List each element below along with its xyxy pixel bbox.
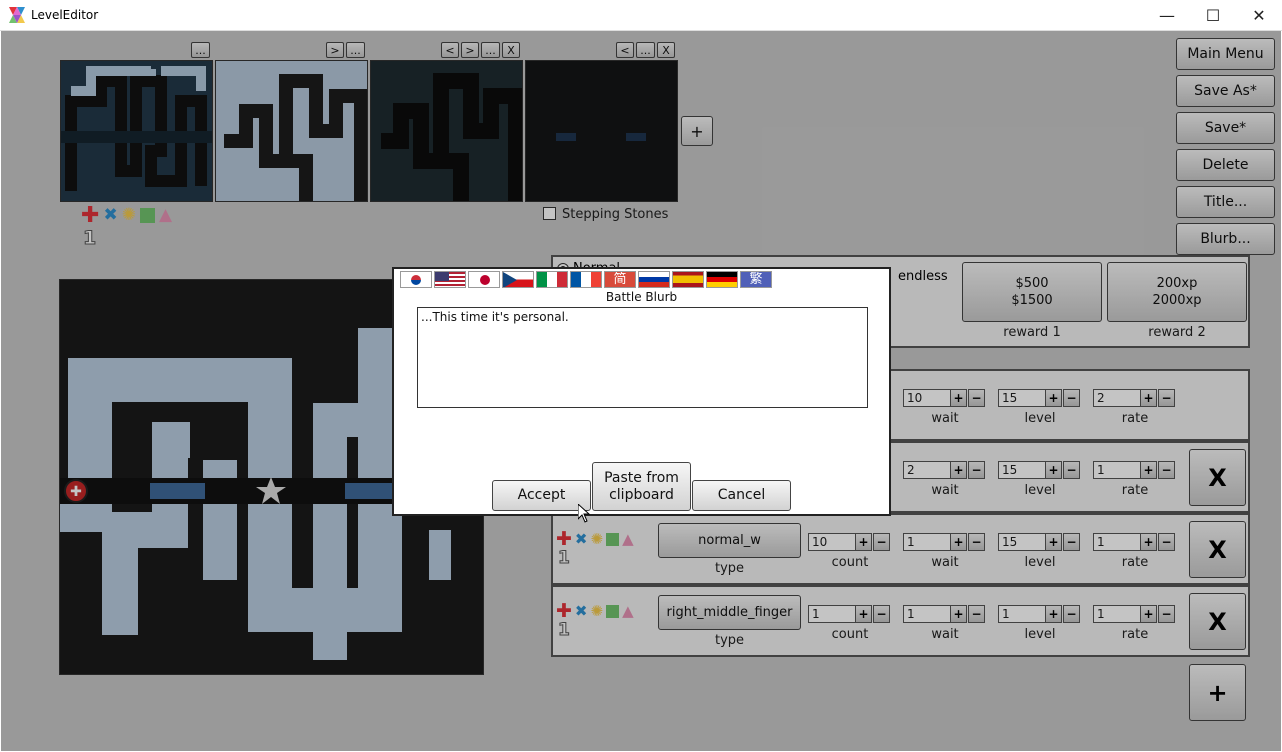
korean-flag-icon[interactable] (400, 271, 432, 288)
accept-button[interactable]: Accept (492, 480, 591, 511)
maximize-button[interactable]: ☐ (1190, 0, 1236, 31)
editor-client-area: ... > ... < > ... X < ... X + ✚ ✖ ✺ ▲ 1 … (1, 31, 1281, 751)
germany-flag-icon[interactable] (706, 271, 738, 288)
app-logo-icon (9, 7, 25, 23)
us-flag-icon[interactable] (434, 271, 466, 288)
battle-blurb-dialog: 简 繁 Battle Blurb ...This time it's perso… (392, 267, 891, 516)
mouse-cursor-icon (578, 504, 590, 523)
traditional-chinese-icon[interactable]: 繁 (740, 271, 772, 288)
russia-flag-icon[interactable] (638, 271, 670, 288)
paste-from-clipboard-button[interactable]: Paste from clipboard (592, 462, 691, 511)
spain-flag-icon[interactable] (672, 271, 704, 288)
close-button[interactable]: ✕ (1236, 0, 1282, 31)
simplified-chinese-icon[interactable]: 简 (604, 271, 636, 288)
italy-flag-icon[interactable] (536, 271, 568, 288)
blurb-textarea[interactable]: ...This time it's personal. (417, 307, 868, 408)
window-title: LevelEditor (31, 8, 99, 22)
title-bar: LevelEditor — ☐ ✕ (0, 0, 1282, 31)
japan-flag-icon[interactable] (468, 271, 500, 288)
dialog-title: Battle Blurb (605, 290, 678, 304)
cancel-button[interactable]: Cancel (692, 480, 791, 511)
czech-flag-icon[interactable] (502, 271, 534, 288)
france-flag-icon[interactable] (570, 271, 602, 288)
minimize-button[interactable]: — (1144, 0, 1190, 31)
